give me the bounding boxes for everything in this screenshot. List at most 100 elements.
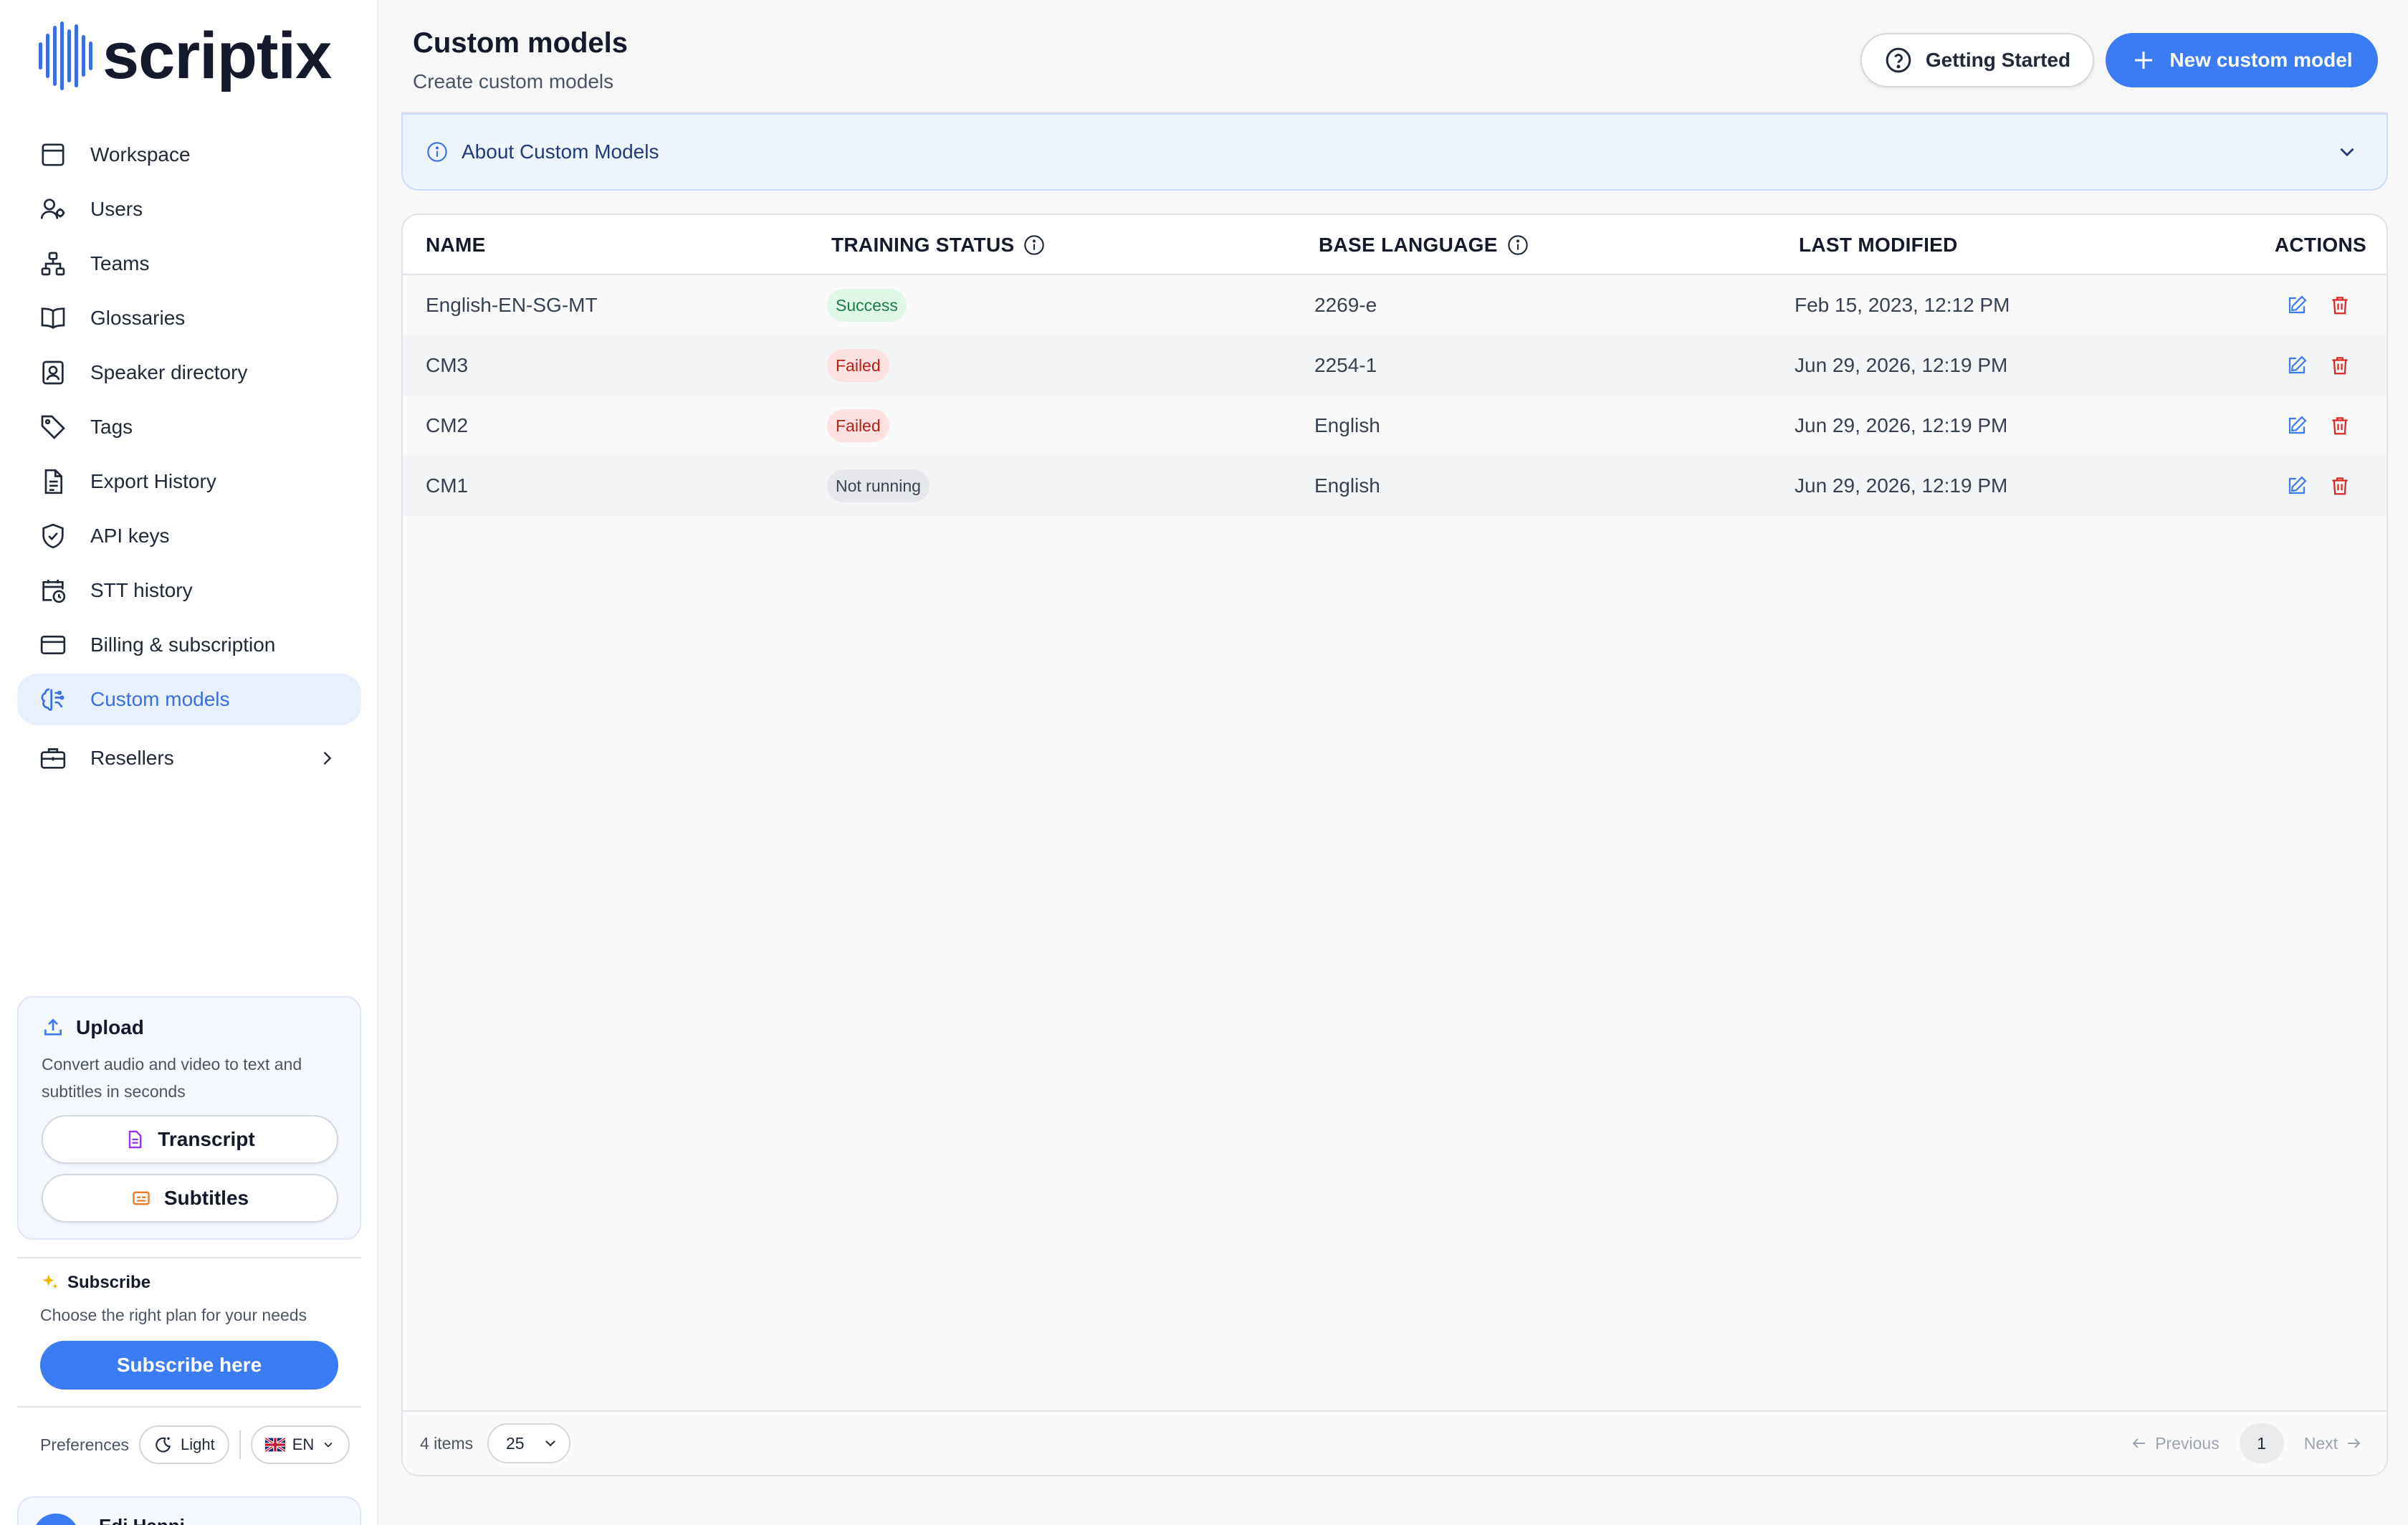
column-header-label: TRAINING STATUS: [831, 234, 1015, 256]
layout-icon: [42, 143, 64, 166]
trash-icon[interactable]: [2329, 415, 2351, 436]
sidebar-nav: Workspace Users Teams Glossaries Speaker…: [17, 129, 361, 787]
next-page-button[interactable]: Next: [2304, 1434, 2362, 1453]
sidebar-item-tags[interactable]: Tags: [17, 401, 361, 453]
training-status-cell: Not running: [827, 456, 930, 516]
page-size-select[interactable]: 25: [487, 1423, 570, 1463]
hierarchy-icon: [41, 252, 65, 276]
table-row[interactable]: CM3 Failed 2254-1 Jun 29, 2026, 12:19 PM: [403, 335, 2386, 396]
base-language: English: [1314, 474, 1380, 497]
sidebar-item-api-keys[interactable]: API keys: [17, 510, 361, 562]
sidebar-item-resellers[interactable]: Resellers: [17, 732, 361, 784]
sidebar-item-billing[interactable]: Billing & subscription: [17, 619, 361, 671]
column-header-training-status[interactable]: TRAINING STATUS: [831, 215, 1046, 275]
getting-started-button[interactable]: Getting Started: [1860, 33, 2094, 87]
column-header-base-language[interactable]: BASE LANGUAGE: [1319, 215, 1529, 275]
new-custom-model-button[interactable]: New custom model: [2106, 33, 2378, 87]
tag-icon: [41, 415, 65, 439]
edit-icon[interactable]: [2286, 355, 2308, 376]
theme-toggle[interactable]: Light: [139, 1425, 229, 1464]
previous-label: Previous: [2155, 1433, 2220, 1453]
sidebar-item-label: Export History: [90, 470, 216, 492]
edit-icon[interactable]: [2286, 295, 2308, 316]
chevron-down-icon: [545, 1440, 555, 1447]
training-status-cell: Success: [827, 275, 907, 335]
user-profile-card[interactable]: Edi Hanni: [17, 1496, 361, 1525]
sidebar-item-label: Glossaries: [90, 307, 186, 329]
sparkles-icon: [42, 1274, 58, 1289]
theme-icon: [156, 1437, 171, 1453]
chevron-down-icon: [2340, 148, 2354, 157]
scriptix-logo[interactable]: scriptix: [39, 19, 332, 92]
sidebar-item-custom-models[interactable]: Custom models: [17, 674, 361, 725]
table-empty-area: [403, 516, 2386, 1412]
info-icon[interactable]: [1023, 234, 1046, 257]
next-label: Next: [2303, 1433, 2338, 1453]
training-status-cell: Failed: [827, 396, 889, 456]
trash-icon[interactable]: [2329, 295, 2351, 316]
logo-wordmark: scriptix: [102, 19, 332, 92]
chevron-right-icon: [323, 752, 332, 765]
sidebar-item-speaker-directory[interactable]: Speaker directory: [17, 347, 361, 398]
users-icon: [40, 199, 65, 219]
subscribe-description: Choose the right plan for your needs: [40, 1306, 307, 1324]
table-row[interactable]: English-EN-SG-MT Success 2269-e Feb 15, …: [403, 275, 2386, 335]
last-modified: Jun 29, 2026, 12:19 PM: [1795, 414, 2008, 436]
sidebar-item-teams[interactable]: Teams: [17, 238, 361, 290]
preferences-label: Preferences: [40, 1435, 130, 1454]
column-header-last-modified[interactable]: LAST MODIFIED: [1799, 215, 1958, 275]
book-icon: [41, 307, 65, 329]
model-name: CM1: [426, 474, 469, 497]
sidebar-divider: [17, 1406, 361, 1407]
previous-page-button[interactable]: Previous: [2131, 1433, 2220, 1453]
subscribe-button[interactable]: Subscribe here: [40, 1341, 338, 1390]
transcript-button[interactable]: Transcript: [42, 1115, 338, 1164]
arrow-left-icon: [2132, 1438, 2146, 1448]
last-modified: Jun 29, 2026, 12:19 PM: [1795, 474, 2008, 497]
info-icon: [427, 142, 447, 162]
sidebar-item-label: Users: [90, 198, 143, 220]
column-header-label: BASE LANGUAGE: [1319, 234, 1498, 256]
chevron-down-icon: [324, 1442, 333, 1448]
column-header-label: ACTIONS: [2274, 234, 2366, 256]
sidebar-item-label: API keys: [90, 525, 170, 547]
subtitles-button[interactable]: Subtitles: [42, 1174, 338, 1223]
trash-icon[interactable]: [2329, 355, 2351, 376]
trash-icon[interactable]: [2329, 475, 2351, 497]
column-header-name[interactable]: NAME: [426, 215, 486, 275]
upload-description: Convert audio and video to text and subt…: [42, 1055, 302, 1101]
base-language: 2269-e: [1314, 294, 1377, 316]
subtitles-icon: [133, 1191, 150, 1205]
page-number-button[interactable]: 1: [2239, 1423, 2284, 1463]
edit-icon[interactable]: [2286, 415, 2308, 436]
sidebar-item-users[interactable]: Users: [17, 183, 361, 235]
sidebar-item-label: STT history: [90, 579, 193, 601]
column-header-actions: ACTIONS: [2275, 215, 2366, 275]
status-badge: Failed: [827, 349, 889, 382]
upload-heading: Upload: [42, 1016, 337, 1039]
upload-card: Upload Convert audio and video to text a…: [17, 996, 361, 1240]
preferences-separator: [239, 1430, 241, 1459]
uk-flag-icon: [264, 1437, 285, 1453]
language-select[interactable]: EN: [250, 1425, 350, 1464]
credit-card-icon: [40, 636, 66, 654]
column-header-label: NAME: [426, 234, 486, 256]
edit-icon[interactable]: [2286, 475, 2308, 497]
last-modified: Feb 15, 2023, 12:12 PM: [1795, 294, 2010, 316]
model-name: CM2: [426, 414, 469, 436]
contact-book-icon: [42, 360, 64, 385]
items-count: 4 items: [420, 1433, 474, 1453]
sidebar-item-export-history[interactable]: Export History: [17, 456, 361, 507]
sidebar-item-workspace[interactable]: Workspace: [17, 129, 361, 181]
table-row[interactable]: CM1 Not running English Jun 29, 2026, 12…: [403, 456, 2386, 516]
new-custom-model-label: New custom model: [2169, 49, 2353, 71]
preferences-bar: Preferences Light EN: [40, 1425, 350, 1465]
sidebar-item-stt-history[interactable]: STT history: [17, 565, 361, 616]
about-custom-models-accordion[interactable]: About Custom Models: [401, 113, 2388, 191]
sidebar-item-glossaries[interactable]: Glossaries: [17, 292, 361, 344]
briefcase-icon: [40, 748, 66, 769]
column-header-label: LAST MODIFIED: [1799, 234, 1958, 256]
table-row[interactable]: CM2 Failed English Jun 29, 2026, 12:19 P…: [403, 396, 2386, 456]
info-icon[interactable]: [1506, 234, 1529, 257]
status-badge: Failed: [827, 409, 889, 442]
